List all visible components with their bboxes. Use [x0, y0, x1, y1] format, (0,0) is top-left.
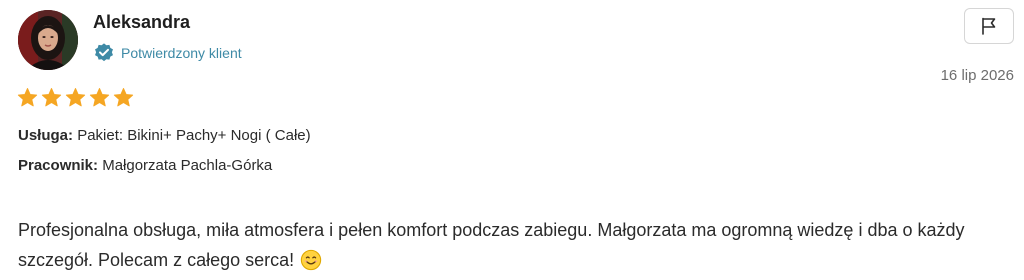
star-rating	[17, 87, 134, 108]
review-text: Profesjonalna obsługa, miła atmosfera i …	[18, 220, 965, 270]
verified-badge: Potwierdzony klient	[93, 42, 242, 64]
review-text-block: Profesjonalna obsługa, miła atmosfera i …	[18, 215, 1013, 275]
smiling-face-icon	[300, 249, 322, 271]
star-icon	[65, 88, 86, 107]
star-icon	[41, 88, 62, 107]
verified-label: Potwierdzony klient	[121, 45, 242, 61]
avatar[interactable]	[18, 10, 78, 70]
star-icon	[17, 88, 38, 107]
avatar-photo	[18, 10, 78, 70]
star-icon	[113, 88, 134, 107]
service-row: Usługa: Pakiet: Bikini+ Pachy+ Nogi ( Ca…	[18, 127, 311, 144]
review-date: 16 lip 2026	[940, 67, 1014, 84]
star-icon	[89, 88, 110, 107]
service-label: Usługa:	[18, 127, 74, 144]
reviewer-name: Aleksandra	[93, 12, 191, 32]
flag-icon	[982, 17, 996, 35]
review-card: Aleksandra Potwierdzony klient 16 lip 20…	[0, 0, 1024, 280]
service-value: Pakiet: Bikini+ Pachy+ Nogi ( Całe)	[77, 127, 311, 144]
verified-check-icon	[95, 43, 113, 62]
staff-value: Małgorzata Pachla-Górka	[102, 157, 273, 174]
staff-label: Pracownik:	[18, 157, 99, 174]
report-review-button[interactable]	[964, 8, 1014, 44]
staff-row: Pracownik: Małgorzata Pachla-Górka	[18, 157, 272, 174]
